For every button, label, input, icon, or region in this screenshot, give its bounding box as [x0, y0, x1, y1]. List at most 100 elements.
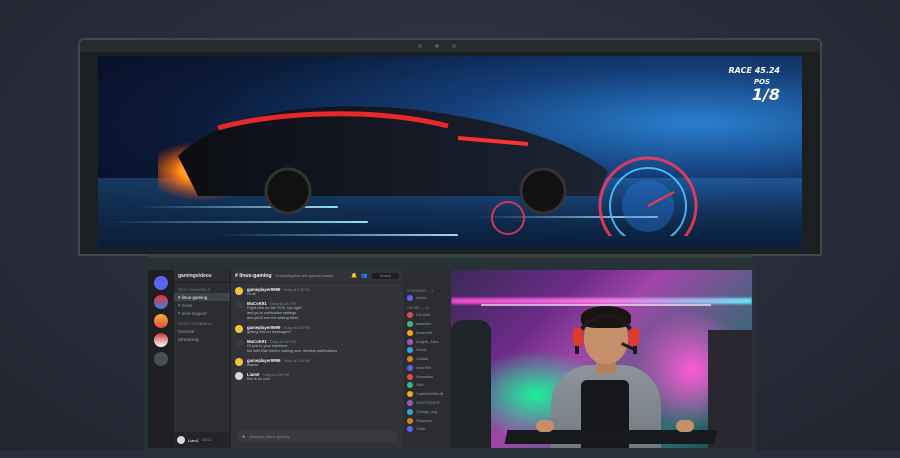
- member-item[interactable]: ablorition: [403, 320, 451, 329]
- avatar: [407, 356, 413, 363]
- message-text: and you'll see the setting there: [247, 316, 299, 320]
- member-item[interactable]: Cubb: [403, 425, 451, 434]
- member-name: Cubb: [416, 427, 426, 432]
- hand: [536, 420, 554, 432]
- voice-channel-streaming[interactable]: Streaming: [174, 335, 230, 343]
- headset-earcup: [573, 328, 583, 346]
- member-name: Novem9k: [416, 330, 433, 335]
- lid-bezel: [80, 40, 820, 52]
- member-name: ablorition: [416, 321, 432, 326]
- user-panel: Liam1 #3012: [174, 432, 230, 448]
- member-item[interactable]: Liam0: [403, 294, 451, 303]
- avatar: [407, 320, 413, 327]
- avatar[interactable]: [235, 339, 243, 347]
- avatar: [407, 312, 413, 319]
- message-item: Liam0 Today at 3:55 PM this is so cool: [231, 368, 403, 382]
- avatar[interactable]: [235, 301, 243, 309]
- channel-topic: Everything linux and gaming related: [275, 274, 333, 278]
- member-item[interactable]: Ulric: [403, 381, 451, 390]
- server-list: [148, 270, 174, 448]
- member-name: Shavenlo: [416, 418, 432, 423]
- member-name: NCubed: [416, 313, 430, 318]
- member-item[interactable]: neo1999: [403, 363, 451, 372]
- laptop-lid: RACE 45.24 POS 1/8: [78, 38, 822, 256]
- username: Liam1: [188, 437, 199, 443]
- message-composer[interactable]: ⊕ Message #linux-gaming: [237, 431, 397, 442]
- message-item: gameplayer9999 Today at 3:54 PM thanks: [231, 354, 403, 368]
- channel-linux-gaming[interactable]: # linux-gaming: [174, 293, 230, 301]
- speed-streak: [218, 234, 458, 236]
- avatar: [407, 338, 413, 345]
- avatar: [407, 347, 413, 354]
- server-icon[interactable]: [154, 295, 168, 309]
- member-name: CaptainWellbuilt: [416, 392, 444, 397]
- top-screen: RACE 45.24 POS 1/8: [98, 56, 802, 248]
- avatar: [407, 373, 413, 380]
- message-text: thanks: [247, 363, 259, 367]
- secondary-screen: gamingvideos TEXT CHANNELS # linux-gamin…: [148, 270, 752, 448]
- member-item[interactable]: Shavenlo: [403, 416, 451, 425]
- message-item: gameplayer9999 Today at 3:49 PM Hi all: [231, 283, 403, 297]
- avatar[interactable]: [235, 372, 243, 380]
- avatar: [407, 399, 413, 406]
- search-input[interactable]: Search: [371, 273, 399, 279]
- speed-streak: [108, 221, 368, 223]
- member-name: Guldan: [416, 357, 429, 362]
- avatar[interactable]: [235, 358, 243, 366]
- streamer-video: [451, 270, 752, 448]
- member-item[interactable]: Novem9k: [403, 328, 451, 337]
- server-icon[interactable]: [154, 314, 168, 328]
- composer-placeholder: Message #linux-gaming: [249, 434, 290, 439]
- avatar[interactable]: [177, 436, 185, 444]
- avatar: [407, 408, 413, 415]
- rpm-gauge: [491, 201, 525, 235]
- member-group-title: STREAMER — 1: [407, 289, 433, 293]
- avatar: [407, 295, 413, 302]
- member-item[interactable]: Angelic_Mew: [403, 337, 451, 346]
- server-icon[interactable]: [154, 352, 168, 366]
- members-icon[interactable]: 👥: [361, 273, 367, 279]
- member-item[interactable]: CaptainWellbuilt: [403, 390, 451, 399]
- neon-strip: [481, 304, 711, 306]
- channel-tech-support[interactable]: # tech-support: [174, 309, 230, 317]
- avatar[interactable]: [235, 287, 243, 295]
- member-item[interactable]: Cx4ngs_ong: [403, 407, 451, 416]
- message-item: MaCoK91 Today at 3:53 PM Or just to your m…: [231, 335, 403, 354]
- member-item[interactable]: Guldan: [403, 355, 451, 364]
- member-name: Richie: [416, 348, 427, 353]
- message-list: gameplayer9999 Today at 3:49 PM Hi all MaCo…: [231, 283, 403, 382]
- category-voice-channels[interactable]: VOICE CHANNELS: [174, 317, 230, 327]
- category-text-channels[interactable]: TEXT CHANNELS: [174, 283, 230, 293]
- member-name: CoYITOCATS: [416, 400, 440, 405]
- channel-title: # linux-gaming: [235, 273, 272, 279]
- member-item[interactable]: Richie: [403, 346, 451, 355]
- bell-icon[interactable]: 🔔: [351, 273, 357, 279]
- server-icon[interactable]: [154, 333, 168, 347]
- add-attachment-icon[interactable]: ⊕: [242, 434, 245, 439]
- keyboard: [504, 430, 718, 444]
- member-name: Ulric: [416, 383, 424, 388]
- home-icon[interactable]: [154, 276, 168, 290]
- avatar: [407, 391, 413, 398]
- member-group-title: ONLINE — 15: [407, 305, 429, 310]
- member-item[interactable]: Sebastian: [403, 372, 451, 381]
- message-item: gameplayer9999 Today at 3:52 PM getting th…: [231, 321, 403, 335]
- avatar: [407, 426, 413, 433]
- member-item[interactable]: NCubed: [403, 311, 451, 320]
- sensor-icon: [418, 44, 422, 48]
- voice-channel-general[interactable]: General: [174, 327, 230, 335]
- race-time: RACE 45.24: [728, 66, 780, 75]
- avatar[interactable]: [235, 325, 243, 333]
- message-timestamp: Today at 3:54 PM: [283, 359, 310, 363]
- chair: [451, 320, 491, 448]
- message-text: Hi all: [247, 292, 256, 296]
- headset-earcup: [629, 328, 639, 346]
- race-car-graphic: [158, 106, 608, 215]
- avatar: [407, 417, 413, 424]
- member-name: Cx4ngs_ong: [416, 409, 438, 414]
- server-name[interactable]: gamingvideos: [174, 270, 230, 283]
- member-name: neo1999: [416, 365, 431, 370]
- member-item[interactable]: CoYITOCATS: [403, 399, 451, 408]
- channel-news[interactable]: # news: [174, 301, 230, 309]
- webcam-icon: [435, 44, 439, 48]
